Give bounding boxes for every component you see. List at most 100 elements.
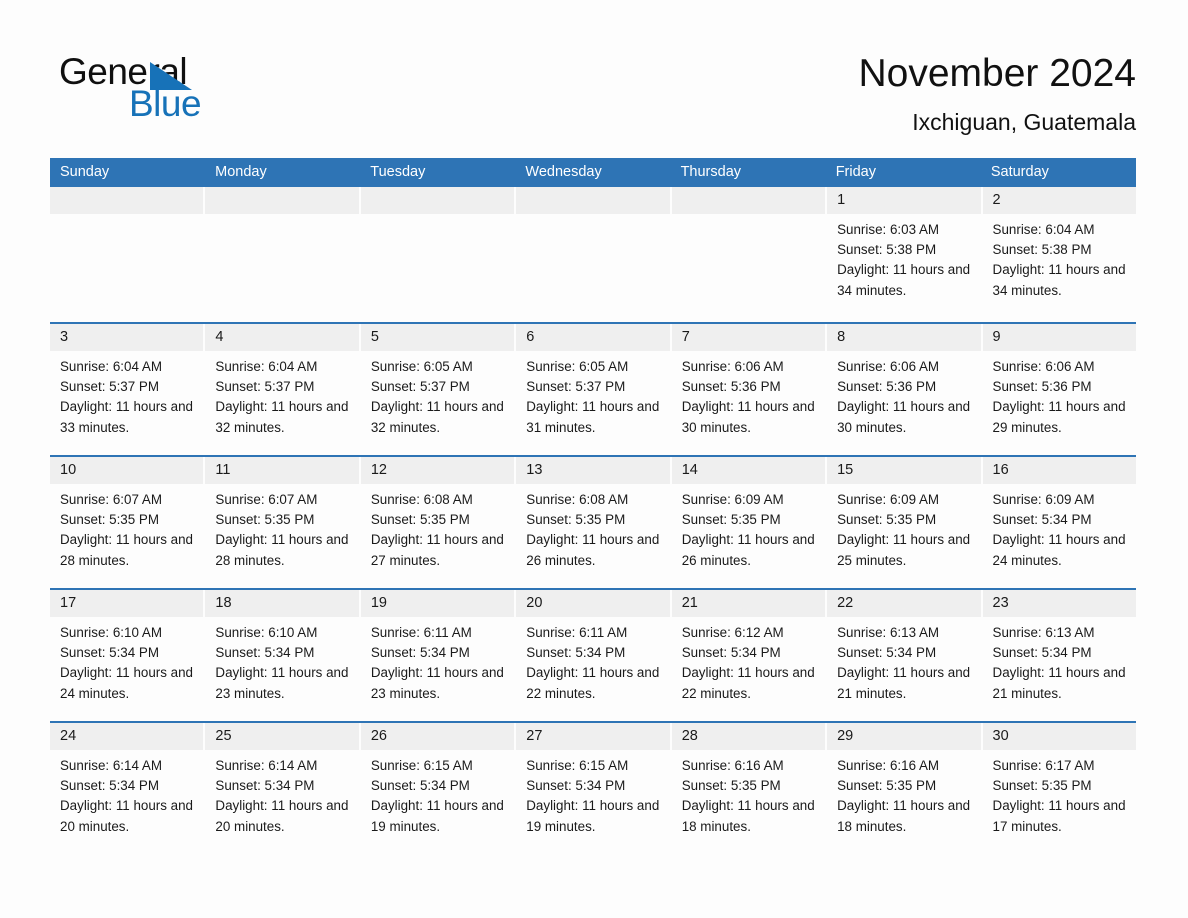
day-cell[interactable]: 24 Sunrise: 6:14 AM Sunset: 5:34 PM Dayl… <box>50 723 206 854</box>
day-number-band: 4 <box>205 324 359 351</box>
day-info: Sunrise: 6:14 AM Sunset: 5:34 PM Dayligh… <box>205 750 358 837</box>
day-number: 14 <box>681 462 698 478</box>
day-cell[interactable]: 12 Sunrise: 6:08 AM Sunset: 5:35 PM Dayl… <box>360 457 517 588</box>
sunrise-text: Sunrise: 6:09 AM <box>992 492 1095 507</box>
sunset-text: Sunset: 5:34 PM <box>215 645 315 661</box>
sunrise-text: Sunrise: 6:05 AM <box>370 359 473 374</box>
day-number-band: 18 <box>205 590 359 617</box>
sunset-text: Sunset: 5:37 PM <box>60 379 159 395</box>
day-info: Sunrise: 6:10 AM Sunset: 5:34 PM Dayligh… <box>50 617 203 704</box>
day-info: Sunrise: 6:07 AM Sunset: 5:35 PM Dayligh… <box>50 484 203 571</box>
day-number: 19 <box>370 595 387 611</box>
daylight-text: Daylight: 11 hours and 23 minutes. <box>215 665 349 701</box>
day-cell[interactable]: 2 Sunrise: 6:04 AM Sunset: 5:38 PM Dayli… <box>982 187 1136 322</box>
day-number: 6 <box>526 329 535 345</box>
daylight-text: Daylight: 11 hours and 21 minutes. <box>837 665 971 701</box>
day-cell[interactable] <box>50 187 206 322</box>
day-cell[interactable] <box>205 187 361 322</box>
day-info: Sunrise: 6:08 AM Sunset: 5:35 PM Dayligh… <box>516 484 669 571</box>
day-cell[interactable]: 13 Sunrise: 6:08 AM Sunset: 5:35 PM Dayl… <box>516 457 672 588</box>
day-number-band: 8 <box>827 324 981 351</box>
day-cell[interactable]: 18 Sunrise: 6:10 AM Sunset: 5:34 PM Dayl… <box>205 590 361 721</box>
day-number-band: 5 <box>360 324 515 351</box>
day-cell[interactable] <box>671 187 828 322</box>
day-cell[interactable]: 30 Sunrise: 6:17 AM Sunset: 5:35 PM Dayl… <box>982 723 1136 854</box>
day-info: Sunrise: 6:09 AM Sunset: 5:35 PM Dayligh… <box>672 484 825 571</box>
day-cell[interactable]: 23 Sunrise: 6:13 AM Sunset: 5:34 PM Dayl… <box>982 590 1136 721</box>
day-cell[interactable]: 10 Sunrise: 6:07 AM Sunset: 5:35 PM Dayl… <box>50 457 206 588</box>
day-cell[interactable]: 15 Sunrise: 6:09 AM Sunset: 5:35 PM Dayl… <box>827 457 983 588</box>
weekday-header-tuesday: Tuesday <box>370 164 426 180</box>
day-number: 7 <box>681 329 690 345</box>
day-number: 4 <box>215 329 224 345</box>
day-cell[interactable]: 29 Sunrise: 6:16 AM Sunset: 5:35 PM Dayl… <box>827 723 983 854</box>
day-cell[interactable]: 9 Sunrise: 6:06 AM Sunset: 5:36 PM Dayli… <box>982 324 1136 455</box>
day-cell[interactable]: 20 Sunrise: 6:11 AM Sunset: 5:34 PM Dayl… <box>516 590 672 721</box>
day-cell[interactable]: 11 Sunrise: 6:07 AM Sunset: 5:35 PM Dayl… <box>205 457 361 588</box>
day-number-band: 29 <box>827 723 981 750</box>
daylight-text: Daylight: 11 hours and 17 minutes. <box>992 798 1126 834</box>
daylight-text: Daylight: 11 hours and 30 minutes. <box>681 399 815 435</box>
day-cell[interactable]: 27 Sunrise: 6:15 AM Sunset: 5:34 PM Dayl… <box>516 723 672 854</box>
day-number-band <box>516 187 670 214</box>
day-cell[interactable]: 7 Sunrise: 6:06 AM Sunset: 5:36 PM Dayli… <box>671 324 828 455</box>
sunset-text: Sunset: 5:34 PM <box>60 645 159 661</box>
title-block: November 2024 Ixchiguan, Guatemala <box>859 50 1137 139</box>
day-number-band: 21 <box>671 590 826 617</box>
day-number: 17 <box>60 595 77 611</box>
sunset-text: Sunset: 5:34 PM <box>60 778 159 794</box>
day-number-band <box>360 187 515 214</box>
day-info <box>516 214 669 220</box>
calendar-page: General Blue November 2024 Ixchiguan, Gu… <box>0 0 1188 918</box>
day-number-band: 24 <box>50 723 204 750</box>
sunset-text: Sunset: 5:35 PM <box>837 778 937 794</box>
daylight-text: Daylight: 11 hours and 28 minutes. <box>215 532 349 568</box>
day-cell[interactable]: 16 Sunrise: 6:09 AM Sunset: 5:34 PM Dayl… <box>982 457 1136 588</box>
day-cell[interactable] <box>360 187 517 322</box>
day-number: 18 <box>215 595 232 611</box>
day-cell[interactable]: 17 Sunrise: 6:10 AM Sunset: 5:34 PM Dayl… <box>50 590 206 721</box>
day-number: 20 <box>526 595 543 611</box>
day-cell[interactable]: 19 Sunrise: 6:11 AM Sunset: 5:34 PM Dayl… <box>360 590 517 721</box>
sunset-text: Sunset: 5:35 PM <box>837 512 937 528</box>
day-cell[interactable]: 21 Sunrise: 6:12 AM Sunset: 5:34 PM Dayl… <box>671 590 828 721</box>
sunset-text: Sunset: 5:34 PM <box>370 778 470 794</box>
week-row: 24 Sunrise: 6:14 AM Sunset: 5:34 PM Dayl… <box>50 721 1136 854</box>
day-cell[interactable]: 25 Sunrise: 6:14 AM Sunset: 5:34 PM Dayl… <box>205 723 361 854</box>
day-cell[interactable]: 22 Sunrise: 6:13 AM Sunset: 5:34 PM Dayl… <box>827 590 983 721</box>
sunset-text: Sunset: 5:35 PM <box>215 512 315 528</box>
sunset-text: Sunset: 5:38 PM <box>992 242 1092 258</box>
day-info: Sunrise: 6:12 AM Sunset: 5:34 PM Dayligh… <box>672 617 825 704</box>
sunset-text: Sunset: 5:35 PM <box>370 512 470 528</box>
daylight-text: Daylight: 11 hours and 25 minutes. <box>837 532 971 568</box>
day-cell[interactable]: 6 Sunrise: 6:05 AM Sunset: 5:37 PM Dayli… <box>516 324 672 455</box>
day-cell[interactable]: 1 Sunrise: 6:03 AM Sunset: 5:38 PM Dayli… <box>827 187 983 322</box>
day-cell[interactable]: 4 Sunrise: 6:04 AM Sunset: 5:37 PM Dayli… <box>205 324 361 455</box>
day-cell[interactable]: 14 Sunrise: 6:09 AM Sunset: 5:35 PM Dayl… <box>671 457 828 588</box>
day-cell[interactable]: 5 Sunrise: 6:05 AM Sunset: 5:37 PM Dayli… <box>360 324 517 455</box>
day-cell[interactable]: 28 Sunrise: 6:16 AM Sunset: 5:35 PM Dayl… <box>671 723 828 854</box>
sunset-text: Sunset: 5:36 PM <box>992 379 1092 395</box>
sunset-text: Sunset: 5:34 PM <box>526 645 626 661</box>
sunrise-text: Sunrise: 6:09 AM <box>837 492 940 507</box>
daylight-text: Daylight: 11 hours and 20 minutes. <box>215 798 349 834</box>
day-info: Sunrise: 6:11 AM Sunset: 5:34 PM Dayligh… <box>361 617 514 704</box>
day-number-band <box>50 187 204 214</box>
day-info: Sunrise: 6:13 AM Sunset: 5:34 PM Dayligh… <box>983 617 1136 704</box>
day-info: Sunrise: 6:05 AM Sunset: 5:37 PM Dayligh… <box>361 351 514 438</box>
daylight-text: Daylight: 11 hours and 22 minutes. <box>681 665 815 701</box>
day-number: 29 <box>837 728 854 744</box>
day-cell[interactable]: 3 Sunrise: 6:04 AM Sunset: 5:37 PM Dayli… <box>50 324 206 455</box>
daylight-text: Daylight: 11 hours and 30 minutes. <box>837 399 971 435</box>
logo-text-blue: Blue <box>129 83 202 124</box>
day-cell[interactable]: 8 Sunrise: 6:06 AM Sunset: 5:36 PM Dayli… <box>827 324 983 455</box>
day-cell[interactable]: 26 Sunrise: 6:15 AM Sunset: 5:34 PM Dayl… <box>360 723 517 854</box>
day-number: 27 <box>526 728 543 744</box>
day-info: Sunrise: 6:15 AM Sunset: 5:34 PM Dayligh… <box>361 750 514 837</box>
sunrise-text: Sunrise: 6:04 AM <box>60 359 162 374</box>
sunrise-text: Sunrise: 6:04 AM <box>215 359 318 374</box>
day-info: Sunrise: 6:11 AM Sunset: 5:34 PM Dayligh… <box>516 617 669 704</box>
daylight-text: Daylight: 11 hours and 19 minutes. <box>370 798 504 834</box>
day-cell[interactable] <box>516 187 672 322</box>
daylight-text: Daylight: 11 hours and 26 minutes. <box>681 532 815 568</box>
